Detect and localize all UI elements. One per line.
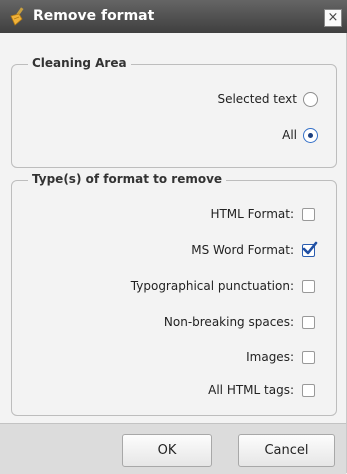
images-checkbox[interactable]	[302, 350, 315, 364]
ok-button[interactable]: OK	[122, 434, 212, 467]
option-all[interactable]: All	[282, 125, 336, 145]
all-radio[interactable]	[303, 127, 318, 143]
option-label: HTML Format:	[210, 207, 294, 221]
checkmark-icon	[302, 241, 318, 254]
option-images[interactable]: Images:	[246, 347, 336, 367]
option-label: Selected text	[217, 92, 297, 106]
option-typographical-punctuation[interactable]: Typographical punctuation:	[131, 276, 336, 296]
option-label: MS Word Format:	[191, 243, 294, 257]
option-label: All	[282, 128, 297, 142]
selected-text-radio[interactable]	[303, 91, 318, 107]
close-button[interactable]: ×	[324, 9, 342, 27]
cleaning-area-legend: Cleaning Area	[28, 56, 131, 70]
dialog-title: Remove format	[33, 8, 155, 24]
option-non-breaking-spaces[interactable]: Non-breaking spaces:	[164, 312, 336, 332]
ms-word-format-checkbox[interactable]	[302, 241, 318, 257]
remove-format-dialog: Remove format × Cleaning Area Selected t…	[0, 0, 347, 474]
typographical-punctuation-checkbox[interactable]	[302, 279, 315, 293]
html-format-checkbox[interactable]	[302, 207, 315, 221]
close-icon: ×	[327, 10, 339, 25]
option-label: All HTML tags:	[208, 383, 294, 397]
non-breaking-spaces-checkbox[interactable]	[302, 315, 315, 329]
broom-icon	[10, 7, 24, 26]
cleaning-area-group: Cleaning Area Selected text All	[11, 56, 337, 168]
option-all-html-tags[interactable]: All HTML tags:	[208, 380, 336, 400]
dialog-footer: OK Cancel	[0, 423, 346, 474]
dialog-body: Cleaning Area Selected text All Type(s) …	[0, 33, 346, 423]
option-html-format[interactable]: HTML Format:	[210, 204, 336, 224]
all-html-tags-checkbox[interactable]	[302, 383, 315, 397]
format-types-legend: Type(s) of format to remove	[28, 172, 227, 186]
cancel-button[interactable]: Cancel	[238, 434, 335, 467]
option-label: Non-breaking spaces:	[163, 315, 294, 329]
option-ms-word-format[interactable]: MS Word Format:	[191, 240, 336, 260]
option-selected-text[interactable]: Selected text	[217, 89, 336, 109]
format-types-group: Type(s) of format to remove HTML Format:…	[11, 172, 337, 416]
dialog-titlebar[interactable]: Remove format ×	[0, 0, 347, 33]
option-label: Images:	[246, 350, 294, 364]
option-label: Typographical punctuation:	[130, 279, 294, 293]
